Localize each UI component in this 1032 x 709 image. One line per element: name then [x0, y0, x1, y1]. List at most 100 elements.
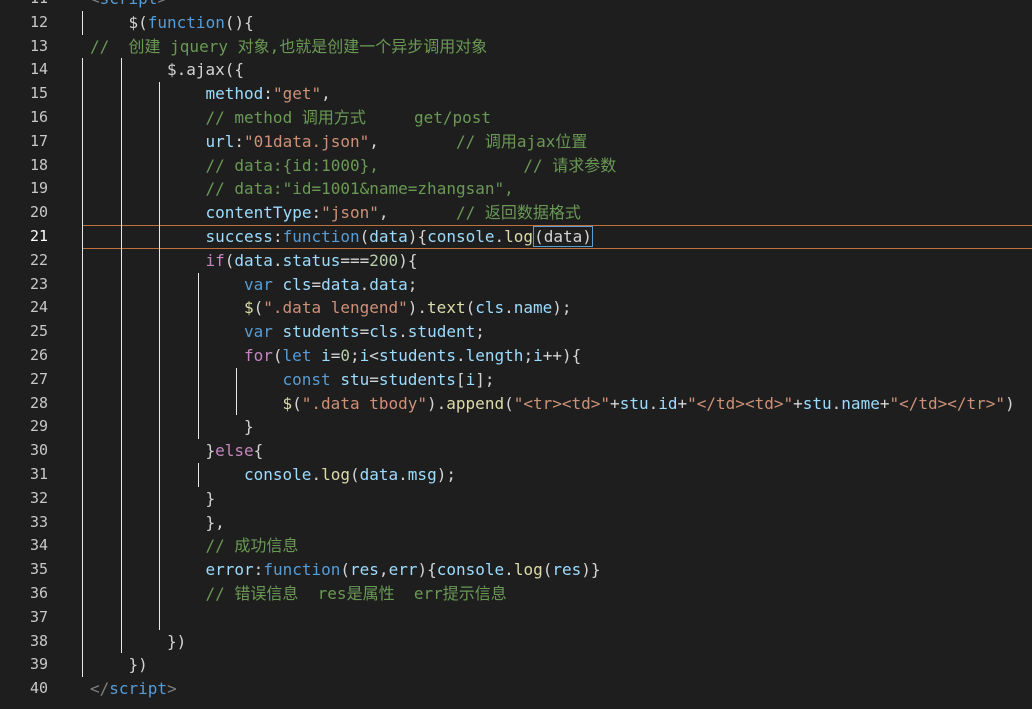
code-token: ){: [407, 227, 428, 246]
code-token: (){: [224, 12, 254, 32]
code-token: const: [282, 369, 331, 389]
indent-guide: [159, 82, 160, 630]
code-token: (: [349, 465, 360, 484]
line-number: 26: [29, 346, 48, 364]
code-line[interactable]: 23 var cls=data.data;: [0, 273, 1032, 297]
code-line[interactable]: 20 contentType:"json", // 返回数据格式: [0, 201, 1032, 225]
line-number: 22: [29, 250, 48, 269]
code-token: }: [205, 441, 216, 461]
code-token: length: [465, 346, 524, 365]
line-number: 31: [29, 465, 48, 483]
code-line[interactable]: 25 var students=cls.student;: [0, 320, 1032, 344]
code-token: ;: [475, 322, 485, 342]
code-token: // 成功信息: [205, 536, 299, 556]
code-line[interactable]: 34 // 成功信息: [0, 534, 1032, 558]
code-line[interactable]: 24 $(".data lengend").text(cls.name);: [0, 296, 1032, 320]
line-number: 40: [29, 679, 48, 698]
line-number: 33: [29, 512, 48, 531]
code-line[interactable]: 32}: [0, 487, 1032, 511]
line-number: 20: [29, 203, 48, 222]
code-line[interactable]: 16 // method 调用方式 get/post: [0, 106, 1032, 130]
code-token: ;: [350, 346, 360, 365]
code-token: (: [504, 393, 514, 413]
code-editor[interactable]: 11<script>12 $(function(){13// 创建 jquery …: [0, 0, 1032, 709]
line-number: 35: [29, 560, 48, 579]
line-code: $(".data lengend").text(cls.name);: [244, 296, 572, 320]
code-line[interactable]: 14 $.ajax({: [0, 58, 1032, 82]
code-token: students: [282, 322, 360, 342]
line-number: 32: [29, 488, 48, 507]
code-line[interactable]: 38}): [0, 630, 1032, 654]
code-line[interactable]: 36 // 错误信息 res是属性 err提示信息: [0, 582, 1032, 606]
code-token: cls: [369, 322, 399, 342]
code-token: >: [157, 0, 167, 8]
code-line[interactable]: 28 $(".data tbody").append("<tr><td>"+stu…: [0, 392, 1032, 416]
code-token: 0: [340, 346, 351, 365]
code-token: students: [378, 369, 456, 389]
code-token: .: [311, 465, 322, 484]
code-line[interactable]: 22 if(data.status===200){: [0, 249, 1032, 273]
line-code: $(function(){: [129, 11, 254, 35]
code-token: "json": [321, 203, 379, 223]
code-token: data: [369, 274, 408, 294]
code-line[interactable]: 26 for(let i=0;i<students.length;i++){: [0, 344, 1032, 368]
code-token: 200: [369, 250, 399, 270]
code-token: status: [282, 250, 341, 270]
code-token: }: [205, 488, 216, 508]
code-token: stu: [619, 393, 649, 413]
code-token: var: [244, 274, 273, 294]
code-token: data: [369, 227, 408, 246]
code-token: =: [359, 322, 370, 342]
code-line[interactable]: 35 error:function(res,err){console.log(re…: [0, 558, 1032, 582]
code-token: "<tr><td>": [513, 393, 611, 413]
code-token: script: [100, 0, 158, 8]
line-code: }else{: [206, 439, 264, 463]
line-number: 15: [29, 84, 48, 103]
code-line[interactable]: 37: [0, 606, 1032, 630]
code-line[interactable]: 11 <script>: [0, 0, 1032, 11]
code-token: ){: [398, 250, 418, 270]
line-code: }): [167, 630, 186, 654]
line-number: 12: [29, 12, 48, 31]
line-code: <script>: [90, 0, 167, 11]
code-token: append: [446, 393, 505, 413]
code-token: // 创建 jquery 对象,也就是创建一个异步调用对象: [90, 36, 488, 56]
code-token: log: [504, 227, 534, 246]
code-token: data: [321, 274, 360, 294]
code-token: </: [90, 679, 110, 699]
code-line[interactable]: 13 // 创建 jquery 对象,也就是创建一个异步调用对象: [0, 35, 1032, 59]
code-token: "</td><td>": [687, 393, 794, 413]
code-token: i: [465, 369, 476, 389]
code-line[interactable]: 39}): [0, 653, 1032, 677]
code-token: cls: [282, 274, 312, 294]
code-line[interactable]: 15 method:"get",: [0, 82, 1032, 106]
code-token: error: [205, 560, 254, 580]
code-token: ++){: [542, 346, 582, 365]
code-token: .: [648, 393, 659, 413]
code-token: :: [253, 560, 264, 580]
line-number: 38: [29, 631, 48, 650]
code-token: )}: [581, 560, 601, 580]
code-token: student: [407, 322, 476, 342]
code-token: .: [456, 346, 466, 365]
line-code: success:function(data){console.log(data): [206, 225, 593, 249]
code-token: console: [427, 227, 495, 246]
code-line[interactable]: 27 const stu=students[i];: [0, 368, 1032, 392]
code-line[interactable]: 33},: [0, 511, 1032, 535]
code-line[interactable]: 21 success:function(data){console.log(dat…: [0, 225, 1032, 249]
current-line-border-top: [82, 225, 1032, 226]
code-line[interactable]: 18 // data:{id:1000}, // 请求参数: [0, 154, 1032, 178]
code-line[interactable]: 19 // data:"id=1001&name=zhangsan",: [0, 177, 1032, 201]
code-line[interactable]: 29}: [0, 415, 1032, 439]
code-line[interactable]: 17 url:"01data.json", // 调用ajax位置: [0, 130, 1032, 154]
code-token: "get": [272, 84, 322, 104]
code-token: ).: [427, 393, 447, 413]
code-line[interactable]: 12 $(function(){: [0, 11, 1032, 35]
code-line[interactable]: 30}else{: [0, 439, 1032, 463]
code-token: (: [465, 298, 476, 318]
code-line[interactable]: 40 </script>: [0, 677, 1032, 701]
line-code: for(let i=0;i<students.length;i++){: [244, 344, 581, 368]
code-line[interactable]: 31 console.log(data.msg);: [0, 463, 1032, 487]
